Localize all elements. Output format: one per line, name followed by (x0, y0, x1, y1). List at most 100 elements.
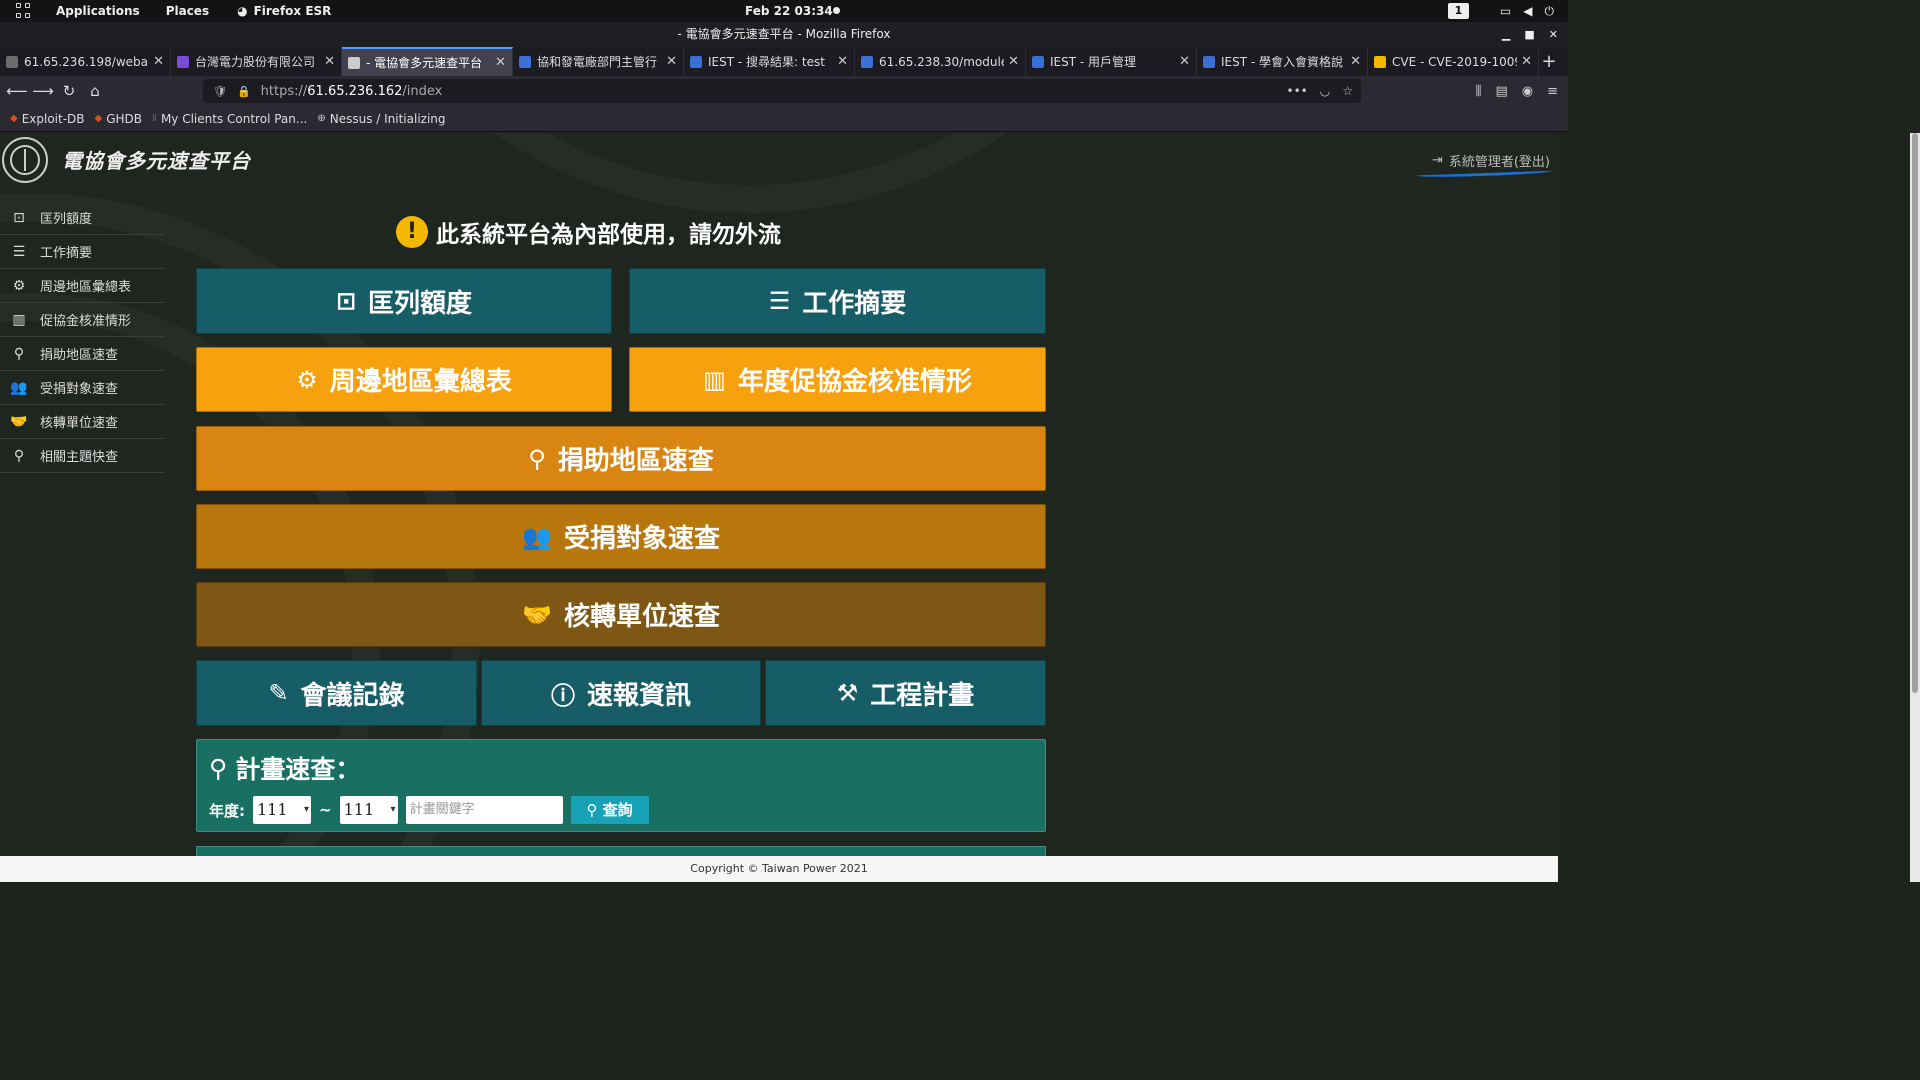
app-grid-icon[interactable] (16, 3, 32, 19)
pocket-icon[interactable]: ◡ (1320, 84, 1330, 98)
tab-title: CVE - CVE-2019-1009 (1392, 54, 1518, 69)
tile-bulletin[interactable]: ⓘ 速報資訊 (481, 660, 761, 726)
url-text[interactable]: https://61.65.236.162/index (261, 84, 443, 99)
year-to-select[interactable]: 111 (339, 796, 398, 824)
reload-icon[interactable]: ↻ (56, 82, 82, 100)
tile-quota[interactable]: ⊡ 匡列額度 (196, 268, 612, 334)
bookmark-exploit-db[interactable]: ◆ Exploit-DB (10, 112, 85, 126)
tab-close-icon[interactable]: ✕ (1521, 54, 1532, 69)
tile-unit[interactable]: 🤝 核轉單位速查 (196, 582, 1046, 647)
new-tab-icon[interactable]: + (1539, 47, 1559, 76)
tile-summary[interactable]: ☰ 工作摘要 (629, 268, 1046, 334)
keyword-input[interactable]: 計畫關鍵字 (405, 796, 563, 824)
firefox-app-menu[interactable]: ◕ Firefox ESR (237, 4, 331, 18)
users-icon: 👥 (522, 522, 552, 551)
applications-menu[interactable]: Applications (56, 4, 140, 18)
browser-tab[interactable]: 61.65.236.198/webapp/js ✕ (0, 47, 171, 76)
tab-close-icon[interactable]: ✕ (324, 54, 335, 69)
browser-tab[interactable]: - 電協會多元速查平台 ✕ (342, 47, 513, 76)
workspace-indicator[interactable]: 1 (1448, 3, 1469, 19)
bookmark-star-icon[interactable]: ☆ (1342, 84, 1353, 98)
tab-close-icon[interactable]: ✕ (1179, 54, 1190, 69)
site-title[interactable]: 電協會多元速查平台 (62, 145, 251, 174)
query-button[interactable]: ⚲ 查詢 (570, 796, 649, 824)
sidebar-item-label: 工作摘要 (40, 246, 93, 261)
tab-title: 61.65.238.30/modules (879, 54, 1005, 69)
bookmark-nessus[interactable]: ⊕ Nessus / Initializing (317, 112, 445, 126)
gnome-top-bar: Applications Places ◕ Firefox ESR Feb 22 … (0, 0, 1568, 22)
browser-tab[interactable]: IEST - 搜尋結果: test ✕ (684, 47, 855, 76)
display-icon[interactable]: ▭ (1500, 4, 1511, 19)
logout-link[interactable]: ⇥ 系統管理者(登出) (1432, 151, 1550, 170)
forward-icon[interactable]: ⟶ (30, 82, 56, 100)
tab-title: 61.65.236.198/webapp/js (24, 54, 149, 69)
tab-close-icon[interactable]: ✕ (666, 54, 677, 69)
tab-title: 協和發電廠部門主管行 (537, 55, 658, 69)
tile-surrounding[interactable]: ⚙ 周邊地區彙總表 (196, 347, 612, 412)
taipower-logo[interactable] (2, 137, 48, 183)
money-icon: ⊡ (335, 287, 357, 315)
browser-tab[interactable]: CVE - CVE-2019-1009 ✕ (1368, 47, 1539, 76)
sidebar-item-surrounding[interactable]: ⚙ 周邊地區彙總表 (0, 269, 164, 303)
library-icon[interactable]: ⫼ (1475, 84, 1481, 99)
sidebar-item-quota[interactable]: ⊡ 匡列額度 (0, 201, 164, 235)
tab-favicon-icon (1203, 55, 1215, 68)
account-icon[interactable]: ◉ (1522, 84, 1533, 99)
year-label: 年度: (209, 801, 245, 820)
tab-close-icon[interactable]: ✕ (837, 54, 848, 69)
page-scrollbar[interactable] (1910, 133, 1920, 882)
system-tray[interactable]: ▭ ◀ ⏻ (1500, 4, 1554, 19)
back-icon[interactable]: ⟵ (4, 82, 30, 100)
hamburger-menu-icon[interactable]: ≡ (1547, 84, 1558, 99)
sidebar-item-label: 周邊地區彙總表 (40, 280, 132, 295)
tab-close-icon[interactable]: ✕ (153, 54, 164, 69)
browser-tab[interactable]: 61.65.238.30/modules ✕ (855, 47, 1026, 76)
bookmark-label: Nessus / Initializing (329, 111, 446, 126)
url-bar[interactable]: 🛡 🔒 https://61.65.236.162/index ••• ◡ ☆ (203, 79, 1361, 103)
list-ol-icon: ☰ (768, 287, 791, 315)
bookmark-ghdb[interactable]: ◆ GHDB (95, 112, 143, 126)
minimize-icon[interactable]: ▁ (1502, 22, 1510, 47)
places-menu[interactable]: Places (166, 4, 209, 18)
sidebar-item-label: 匡列額度 (40, 212, 93, 227)
close-window-icon[interactable]: ✕ (1549, 22, 1558, 47)
sidebar-item-donation-area[interactable]: ⚲ 捐助地區速查 (0, 337, 164, 371)
tab-close-icon[interactable]: ✕ (495, 55, 506, 70)
tab-close-icon[interactable]: ✕ (1350, 54, 1361, 69)
home-icon[interactable]: ⌂ (82, 82, 108, 100)
volume-icon[interactable]: ◀ (1523, 4, 1532, 19)
tab-title: 台灣電力股份有限公司 (195, 55, 316, 69)
tab-favicon-icon (1032, 55, 1044, 68)
browser-tab[interactable]: 協和發電廠部門主管行 ✕ (513, 47, 684, 76)
tile-meeting[interactable]: ✎ 會議記錄 (196, 660, 477, 726)
scrollbar-thumb[interactable] (1912, 133, 1918, 693)
sidebar-item-approval[interactable]: ▥ 促協金核准情形 (0, 303, 164, 337)
sidebar-toggle-icon[interactable]: ▤ (1495, 84, 1507, 99)
url-host: 61.65.236.162 (307, 83, 403, 99)
sidebar-item-label: 核轉單位速查 (40, 416, 119, 431)
tile-annual-approval[interactable]: ▥ 年度促協金核准情形 (629, 347, 1046, 412)
year-from-select[interactable]: 111 (253, 796, 311, 824)
tile-donation-area[interactable]: ⚲ 捐助地區速查 (196, 426, 1046, 491)
clock[interactable]: Feb 22 03:34 (745, 4, 833, 18)
power-icon[interactable]: ⏻ (1545, 4, 1555, 19)
notification-dot-icon (833, 7, 840, 14)
project-search-panel: ⚲計畫速查： 年度: 111 ~ 111 計畫關鍵字 ⚲ 查詢 (196, 739, 1046, 832)
browser-tab[interactable]: IEST - 學會入會資格說 ✕ (1197, 47, 1368, 76)
maximize-icon[interactable]: ■ (1524, 22, 1534, 47)
browser-tab[interactable]: IEST - 用戶管理 ✕ (1026, 47, 1197, 76)
sidebar-item-recipient[interactable]: 👥 受捐對象速查 (0, 371, 164, 405)
insecure-lock-icon[interactable]: 🔒 (237, 85, 251, 98)
notice-text: 此系統平台為內部使用，請勿外流 (436, 222, 781, 248)
shield-icon[interactable]: 🛡 (213, 85, 227, 98)
tab-close-icon[interactable]: ✕ (1008, 54, 1019, 69)
sidebar-item-topics[interactable]: ⚲ 相關主題快查 (0, 439, 164, 473)
sidebar-item-unit[interactable]: 🤝 核轉單位速查 (0, 405, 164, 439)
gavel-icon: ⚒ (836, 679, 859, 707)
tile-project[interactable]: ⚒ 工程計畫 (765, 660, 1046, 726)
sidebar-item-summary[interactable]: ☰ 工作摘要 (0, 235, 164, 269)
browser-tab[interactable]: 台灣電力股份有限公司 ✕ (171, 47, 342, 76)
page-actions-icon[interactable]: ••• (1287, 84, 1308, 98)
tile-recipient[interactable]: 👥 受捐對象速查 (196, 504, 1046, 569)
bookmark-clients-panel[interactable]: Ⅱ My Clients Control Pan... (152, 112, 307, 126)
